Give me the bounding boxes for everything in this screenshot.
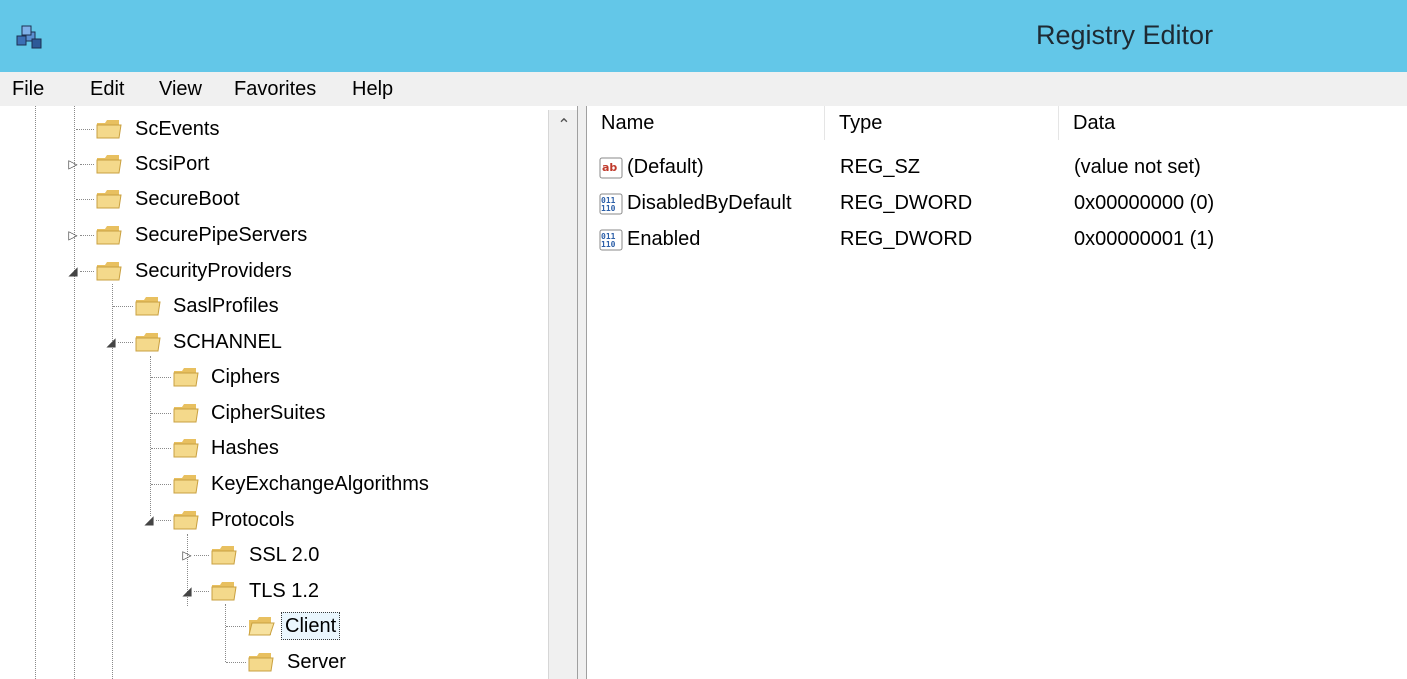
folder-icon	[96, 120, 122, 139]
tree-node-label[interactable]: Server	[284, 649, 349, 675]
collapse-arrow-icon[interactable]: ◢	[142, 513, 156, 527]
menu-file[interactable]: File	[12, 76, 44, 102]
expand-arrow-icon[interactable]: ▷	[66, 228, 80, 242]
tree-connector	[151, 413, 171, 414]
value-data: 0x00000000 (0)	[1074, 192, 1215, 214]
folder-icon	[248, 653, 274, 672]
tree-connector	[151, 448, 171, 449]
folder-icon	[173, 439, 199, 458]
tree-connector	[35, 106, 36, 679]
folder-icon	[96, 262, 122, 281]
tree-node-label[interactable]: SCHANNEL	[170, 329, 285, 355]
tree-node-label[interactable]: SecureBoot	[132, 186, 243, 212]
tree-scrollbar[interactable]: ⌃	[548, 110, 577, 679]
value-row[interactable]: 011 110 Enabled REG_DWORD 0x00000001 (1)	[587, 222, 1407, 258]
collapse-arrow-icon[interactable]: ◢	[104, 335, 118, 349]
folder-icon	[135, 333, 161, 352]
tree-connector	[226, 626, 246, 627]
tree-connector	[118, 342, 133, 343]
tree-connector	[226, 662, 246, 663]
value-name: DisabledByDefault	[627, 192, 792, 214]
folder-icon	[211, 582, 237, 601]
tree-connector	[225, 604, 226, 662]
tree-connector	[80, 164, 94, 165]
column-header-data[interactable]: Data	[1059, 106, 1407, 140]
folder-icon	[135, 297, 161, 316]
tree-connector	[156, 520, 171, 521]
registry-editor-icon	[16, 25, 42, 49]
collapse-arrow-icon[interactable]: ◢	[180, 584, 194, 598]
tree-connector	[80, 235, 94, 236]
tree-connector	[194, 555, 209, 556]
tree-connector	[76, 129, 94, 130]
tree-node-label[interactable]: ScEvents	[132, 116, 222, 142]
menu-edit[interactable]: Edit	[90, 76, 124, 102]
scroll-up-arrow-icon[interactable]: ⌃	[549, 114, 577, 136]
tree-connector	[151, 377, 171, 378]
collapse-arrow-icon[interactable]: ◢	[66, 264, 80, 278]
value-type: REG_DWORD	[840, 228, 973, 250]
expand-arrow-icon[interactable]: ▷	[180, 548, 194, 562]
tree-node-label[interactable]: SaslProfiles	[170, 293, 282, 319]
tree-connector	[151, 484, 171, 485]
tree-node-label[interactable]: SecurePipeServers	[132, 222, 310, 248]
svg-text:110: 110	[601, 240, 616, 249]
values-list[interactable]: Name Type Data ab (Default) REG_SZ (valu…	[587, 106, 1407, 679]
tree-node-label[interactable]: SecurityProviders	[132, 258, 295, 284]
tree-node-label[interactable]: TLS 1.2	[246, 578, 322, 604]
folder-open-icon	[248, 617, 275, 636]
tree-node-label[interactable]: KeyExchangeAlgorithms	[208, 471, 432, 497]
tree-connector	[76, 199, 94, 200]
menu-favorites[interactable]: Favorites	[234, 76, 316, 102]
svg-text:ab: ab	[602, 161, 617, 174]
tree-connector	[113, 306, 133, 307]
tree-node-label[interactable]: Ciphers	[208, 364, 283, 390]
folder-icon	[96, 226, 122, 245]
column-header-name[interactable]: Name	[587, 106, 825, 140]
value-name: Enabled	[627, 228, 701, 250]
folder-icon	[96, 190, 122, 209]
expand-arrow-icon[interactable]: ▷	[66, 157, 80, 171]
folder-icon	[96, 155, 122, 174]
menu-help[interactable]: Help	[352, 76, 393, 102]
folder-icon	[211, 546, 237, 565]
tree-node-label[interactable]: Protocols	[208, 507, 297, 533]
menu-bar: File Edit View Favorites Help	[0, 72, 1407, 106]
value-row[interactable]: ab (Default) REG_SZ (value not set)	[587, 150, 1407, 186]
column-header-type[interactable]: Type	[825, 106, 1059, 140]
tree-connector	[150, 356, 151, 516]
tree-node-label-selected[interactable]: Client	[281, 612, 341, 640]
svg-text:110: 110	[601, 204, 616, 213]
folder-icon	[173, 404, 199, 423]
key-tree[interactable]: ScEvents ▷ ScsiPort SecureBoot ▷ SecureP…	[0, 106, 577, 679]
value-type: REG_DWORD	[840, 192, 973, 214]
value-type: REG_SZ	[840, 156, 921, 178]
tree-node-label[interactable]: Hashes	[208, 435, 282, 461]
folder-icon	[173, 475, 199, 494]
binary-value-icon: 011 110	[599, 229, 623, 251]
binary-value-icon: 011 110	[599, 193, 623, 215]
tree-node-label[interactable]: ScsiPort	[132, 151, 212, 177]
folder-icon	[173, 511, 199, 530]
window-title: Registry Editor	[1036, 20, 1214, 50]
value-data: 0x00000001 (1)	[1074, 228, 1215, 250]
tree-connector	[80, 271, 94, 272]
tree-node-label[interactable]: SSL 2.0	[246, 542, 322, 568]
folder-icon	[173, 368, 199, 387]
pane-splitter[interactable]	[577, 106, 587, 679]
value-row[interactable]: 011 110 DisabledByDefault REG_DWORD 0x00…	[587, 186, 1407, 222]
tree-node-label[interactable]: CipherSuites	[208, 400, 329, 426]
value-data: (value not set)	[1074, 156, 1201, 178]
title-bar: Registry Editor	[0, 0, 1407, 72]
string-value-icon: ab	[599, 157, 623, 179]
menu-view[interactable]: View	[159, 76, 202, 102]
tree-connector	[74, 106, 75, 679]
value-name: (Default)	[627, 156, 704, 178]
tree-connector	[194, 591, 209, 592]
